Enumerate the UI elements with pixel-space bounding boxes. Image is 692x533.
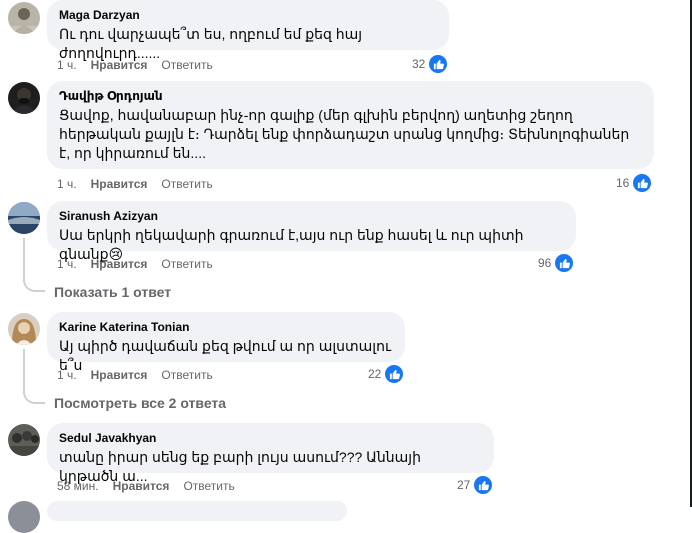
avatar[interactable] xyxy=(8,202,40,234)
comment-bubble: Siranush Azizyan Սա երկրի ղեկավարի գրառո… xyxy=(47,201,576,262)
reaction-number: 32 xyxy=(412,57,426,71)
reaction-number: 16 xyxy=(616,176,630,190)
comment-actions: 1 ч. Нравится Ответить xyxy=(57,176,213,192)
reaction-count[interactable]: 96 xyxy=(538,253,575,273)
comment-bubble: Sedul Javakhyan տանը իրար սենց եք բարի լ… xyxy=(47,423,494,484)
comment-time[interactable]: 1 ч. xyxy=(57,367,77,383)
thumbs-up-icon xyxy=(384,364,405,384)
comment-bubble: Maga Darzyan Ու դու վարչապե՞տ ես, ողբում… xyxy=(47,0,449,61)
avatar[interactable] xyxy=(8,2,40,34)
comment-author[interactable]: Sedul Javakhyan xyxy=(59,430,482,446)
avatar[interactable] xyxy=(8,313,40,345)
view-replies-link[interactable]: Показать 1 ответ xyxy=(54,283,171,301)
comment-actions: 1 ч. Нравится Ответить xyxy=(57,367,213,383)
comment-bubble: Karine Katerina Tonian Այ պիրծ դավաճան ք… xyxy=(47,312,405,373)
avatar[interactable] xyxy=(8,424,40,456)
like-button[interactable]: Нравится xyxy=(91,176,148,192)
thumbs-up-icon xyxy=(473,475,494,495)
reply-button[interactable]: Ответить xyxy=(183,478,234,494)
comment-text: Ցավոք, հավանաբար ինչ-որ գալիք (մեր գլխին… xyxy=(59,107,634,161)
like-button[interactable]: Нравится xyxy=(91,57,148,73)
reply-button[interactable]: Ответить xyxy=(161,57,212,73)
like-button[interactable]: Нравится xyxy=(91,256,148,272)
reaction-number: 22 xyxy=(368,367,382,381)
comment-time[interactable]: 1 ч. xyxy=(57,57,77,73)
reaction-count[interactable]: 27 xyxy=(457,475,494,495)
thumbs-up-icon xyxy=(554,253,575,273)
reaction-number: 96 xyxy=(538,256,552,270)
comment-author[interactable]: Karine Katerina Tonian xyxy=(59,319,393,335)
comment-bubble: Դավիթ Օրդոյան Ցավոք, հավանաբար ինչ-որ գա… xyxy=(47,81,654,169)
comment-time[interactable]: 58 мин. xyxy=(57,478,99,494)
reaction-count[interactable]: 22 xyxy=(368,364,405,384)
avatar[interactable] xyxy=(8,82,40,114)
next-comment-bubble xyxy=(47,501,347,521)
like-button[interactable]: Нравится xyxy=(113,478,170,494)
thumbs-up-icon xyxy=(632,173,653,193)
thread-connector xyxy=(23,278,45,292)
comment-actions: 1 ч. Нравится Ответить xyxy=(57,57,213,73)
view-replies-link[interactable]: Посмотреть все 2 ответа xyxy=(54,394,226,412)
comment-time[interactable]: 1 ч. xyxy=(57,256,77,272)
like-button[interactable]: Нравится xyxy=(91,367,148,383)
comment-author[interactable]: Maga Darzyan xyxy=(59,7,437,23)
thread-line xyxy=(23,238,25,282)
comment-actions: 58 мин. Нравится Ответить xyxy=(57,478,235,494)
reply-button[interactable]: Ответить xyxy=(161,176,212,192)
comment-time[interactable]: 1 ч. xyxy=(57,176,77,192)
reaction-count[interactable]: 16 xyxy=(616,173,653,193)
reply-button[interactable]: Ответить xyxy=(161,256,212,272)
comment-author[interactable]: Siranush Azizyan xyxy=(59,208,564,224)
thread-line xyxy=(23,349,25,394)
thumbs-up-icon xyxy=(428,54,449,74)
comment-actions: 1 ч. Нравится Ответить xyxy=(57,256,213,272)
reaction-count[interactable]: 32 xyxy=(412,54,449,74)
thread-connector xyxy=(23,390,45,404)
reply-button[interactable]: Ответить xyxy=(161,367,212,383)
comment-author[interactable]: Դավիթ Օրդոյան xyxy=(59,88,642,104)
reaction-number: 27 xyxy=(457,478,471,492)
next-comment-avatar[interactable] xyxy=(8,501,40,533)
